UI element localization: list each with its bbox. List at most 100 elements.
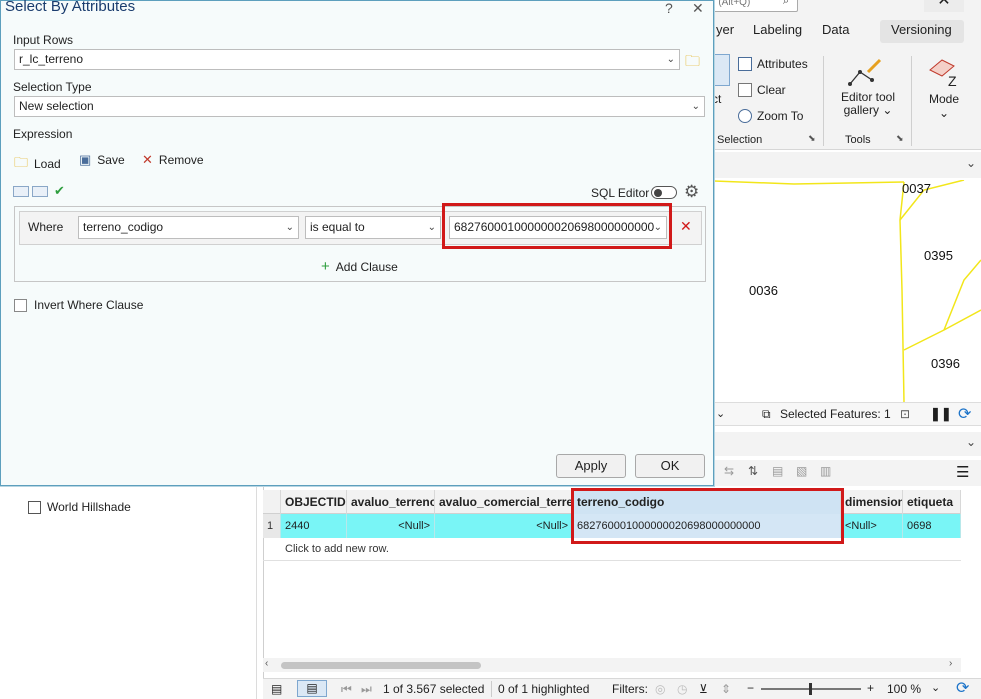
- input-rows-value: r_lc_terreno: [19, 52, 84, 66]
- chevron-down-icon[interactable]: ⌄: [966, 435, 976, 449]
- scroll-right-icon[interactable]: ›: [949, 658, 952, 669]
- apply-button[interactable]: Apply: [556, 454, 626, 478]
- first-record-icon[interactable]: ⏮: [341, 682, 352, 697]
- clause-mode-icon[interactable]: [13, 186, 29, 197]
- show-all-records-icon[interactable]: ▤: [271, 682, 282, 696]
- annotation-highlight-column: [571, 488, 844, 544]
- zoom-in-icon[interactable]: +: [867, 681, 874, 695]
- table-cell[interactable]: <Null>: [435, 514, 573, 538]
- selected-features-count[interactable]: Selected Features: 1: [780, 407, 891, 421]
- row-number[interactable]: 1: [263, 514, 281, 538]
- zoom-out-icon[interactable]: −: [747, 681, 754, 695]
- invert-checkbox[interactable]: [14, 298, 27, 312]
- row-selector-header: [263, 490, 281, 514]
- tab-labeling[interactable]: Labeling: [753, 22, 802, 37]
- extent-filter-icon[interactable]: ◎: [655, 682, 665, 696]
- table-menu-icon[interactable]: ☰: [956, 463, 969, 481]
- annotation-highlight-value: [442, 203, 672, 249]
- help-icon[interactable]: ?: [665, 0, 673, 16]
- clear-selection-icon[interactable]: ▤: [772, 464, 783, 478]
- chevron-down-icon[interactable]: ⌄: [966, 156, 976, 170]
- table-cell[interactable]: <Null>: [347, 514, 435, 538]
- chevron-down-icon: ⌄: [938, 106, 950, 120]
- copy-selection-icon[interactable]: ▥: [820, 464, 831, 478]
- chevron-down-icon[interactable]: ⌄: [931, 681, 940, 694]
- column-header[interactable]: avaluo_comercial_terreno: [435, 490, 573, 514]
- table-cell[interactable]: 2440: [281, 514, 347, 538]
- select-tool-icon[interactable]: [713, 54, 730, 86]
- zoom-to-label: Zoom To: [757, 109, 804, 123]
- command-search-input[interactable]: ch (Alt+Q) ⌕: [700, 0, 798, 12]
- parcel-label: 0395: [924, 248, 953, 263]
- folder-open-icon[interactable]: 🗀: [685, 51, 700, 76]
- filter-icon[interactable]: ⊻: [699, 682, 708, 696]
- zoom-slider-thumb[interactable]: [809, 683, 812, 695]
- selected-count: 1 of 3.567 selected: [383, 682, 485, 696]
- clear-button[interactable]: Clear: [738, 83, 786, 97]
- sql-editor-toggle[interactable]: [651, 186, 677, 199]
- scroll-left-icon[interactable]: ‹: [265, 658, 268, 669]
- attributes-button[interactable]: Attributes: [738, 57, 808, 71]
- zoom-to-icon: [738, 109, 752, 123]
- mode-button[interactable]: Mode ⌄: [928, 92, 960, 120]
- z-mode-icon: Z: [926, 56, 962, 91]
- remove-button[interactable]: ✕ Remove: [142, 152, 204, 168]
- attributes-label: Attributes: [757, 57, 808, 71]
- operator-select[interactable]: is equal to ⌄: [305, 216, 441, 239]
- zoom-level[interactable]: 100 %: [887, 682, 921, 696]
- pause-icon[interactable]: ❚❚: [930, 406, 952, 422]
- selection-type-label: Selection Type: [13, 80, 92, 94]
- invert-where-clause[interactable]: Invert Where Clause: [14, 298, 143, 312]
- app-close-button[interactable]: ✕: [924, 0, 964, 12]
- chevron-down-icon[interactable]: ⌄: [716, 407, 725, 420]
- show-selected-records-icon[interactable]: ▤: [297, 680, 327, 697]
- load-button[interactable]: 🗀 Load: [14, 152, 61, 176]
- clear-selection-icon: [738, 83, 752, 97]
- save-button[interactable]: ▣ Save: [79, 152, 125, 168]
- sql-mode-icon[interactable]: [32, 186, 48, 197]
- delete-selection-icon[interactable]: ▧: [796, 464, 807, 478]
- switch-selection-icon[interactable]: ⇅: [748, 464, 758, 478]
- ok-button[interactable]: OK: [635, 454, 705, 478]
- layer-item-world-hillshade[interactable]: World Hillshade: [28, 500, 131, 514]
- column-header[interactable]: dimension: [841, 490, 903, 514]
- refresh-icon[interactable]: ⟳: [958, 404, 971, 424]
- editor-tool-gallery-button[interactable]: Editor tool gallery ⌄: [840, 91, 896, 117]
- column-header[interactable]: OBJECTID *: [281, 490, 347, 514]
- refresh-icon[interactable]: ⟳: [956, 678, 969, 698]
- select-by-attributes-dialog: Select By Attributes ? ✕ Input Rows r_lc…: [0, 0, 714, 486]
- verify-check-icon[interactable]: ✔: [54, 183, 65, 199]
- filter-icon[interactable]: ⊡: [900, 407, 910, 421]
- tab-layer[interactable]: yer: [716, 22, 734, 37]
- selection-type-value: New selection: [19, 99, 94, 113]
- tab-versioning[interactable]: Versioning: [891, 22, 952, 37]
- add-clause-button[interactable]: + Add Clause: [321, 258, 398, 275]
- delete-clause-icon[interactable]: ✕: [680, 218, 692, 235]
- horizontal-scrollbar[interactable]: ‹ ›: [263, 658, 961, 672]
- tools-launcher-icon[interactable]: ⬊: [896, 133, 904, 144]
- last-record-icon[interactable]: ⏭: [361, 682, 372, 697]
- selection-type-select[interactable]: New selection ⌄: [14, 96, 705, 117]
- tab-data[interactable]: Data: [822, 22, 849, 37]
- input-rows-select[interactable]: r_lc_terreno ⌄: [14, 49, 680, 70]
- selection-launcher-icon[interactable]: ⬊: [808, 133, 816, 144]
- field-select[interactable]: terreno_codigo ⌄: [78, 216, 299, 239]
- search-icon: ⌕: [783, 0, 790, 7]
- invert-label: Invert Where Clause: [34, 298, 144, 312]
- field-value: terreno_codigo: [83, 220, 164, 234]
- range-filter-icon[interactable]: ⇕: [721, 682, 731, 696]
- scrollbar-thumb[interactable]: [281, 662, 481, 669]
- zoom-to-button[interactable]: Zoom To: [738, 109, 803, 123]
- column-header[interactable]: etiqueta: [903, 490, 961, 514]
- map-view[interactable]: 0037 0395 0036 0396: [714, 180, 981, 402]
- time-filter-icon[interactable]: ◷: [677, 682, 687, 696]
- close-icon[interactable]: ✕: [692, 0, 704, 17]
- table-cell[interactable]: 0698: [903, 514, 961, 538]
- parcel-label: 0037: [902, 181, 931, 196]
- table-cell[interactable]: <Null>: [841, 514, 903, 538]
- zoom-to-selection-icon[interactable]: ⇆: [724, 464, 734, 478]
- chevron-down-icon: ⌄: [666, 54, 675, 65]
- column-header[interactable]: avaluo_terreno: [347, 490, 435, 514]
- gear-icon[interactable]: ⚙: [684, 182, 699, 202]
- layer-visibility-checkbox[interactable]: [28, 500, 41, 514]
